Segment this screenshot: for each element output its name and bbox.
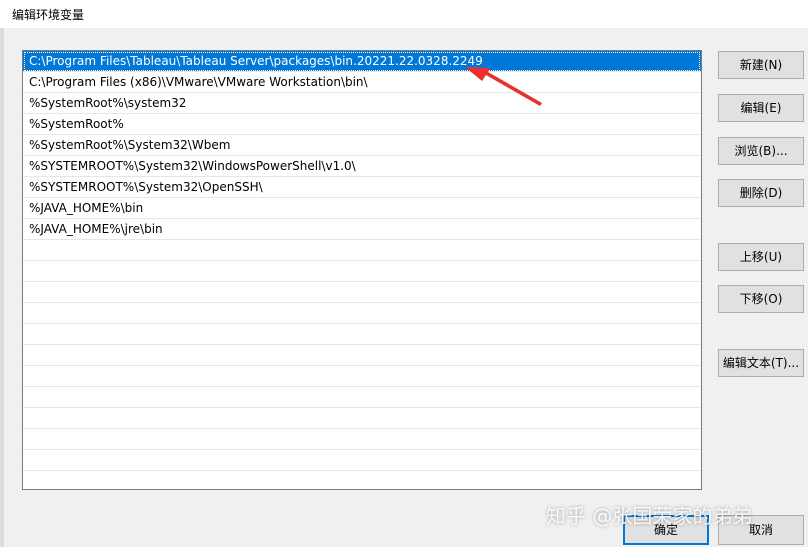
watermark: 知乎 @张国荣家的弟弟 (546, 504, 753, 528)
path-row[interactable]: %SystemRoot%\system32 (23, 93, 701, 114)
path-list[interactable]: C:\Program Files\Tableau\Tableau Server\… (22, 50, 702, 490)
empty-row[interactable] (23, 324, 701, 345)
browse-button[interactable]: 浏览(B)... (718, 137, 804, 165)
empty-row[interactable] (23, 240, 701, 261)
window-title: 编辑环境变量 (12, 8, 85, 22)
empty-row[interactable] (23, 429, 701, 450)
path-row[interactable]: %SYSTEMROOT%\System32\OpenSSH\ (23, 177, 701, 198)
empty-row[interactable] (23, 282, 701, 303)
delete-button[interactable]: 删除(D) (718, 179, 804, 207)
empty-row[interactable] (23, 450, 701, 471)
background-window-edge (0, 28, 4, 547)
empty-row[interactable] (23, 408, 701, 429)
empty-row[interactable] (23, 366, 701, 387)
new-button[interactable]: 新建(N) (718, 51, 804, 79)
move-up-button[interactable]: 上移(U) (718, 243, 804, 271)
path-row[interactable]: %SYSTEMROOT%\System32\WindowsPowerShell\… (23, 156, 701, 177)
move-down-button[interactable]: 下移(O) (718, 285, 804, 313)
path-row[interactable]: C:\Program Files\Tableau\Tableau Server\… (23, 51, 701, 72)
edit-button[interactable]: 编辑(E) (718, 94, 804, 122)
empty-row[interactable] (23, 261, 701, 282)
path-row[interactable]: C:\Program Files (x86)\VMware\VMware Wor… (23, 72, 701, 93)
path-row[interactable]: %SystemRoot%\System32\Wbem (23, 135, 701, 156)
empty-row[interactable] (23, 387, 701, 408)
empty-row[interactable] (23, 345, 701, 366)
edit-text-button[interactable]: 编辑文本(T)... (718, 349, 804, 377)
path-row[interactable]: %JAVA_HOME%\jre\bin (23, 219, 701, 240)
empty-row[interactable] (23, 303, 701, 324)
path-row[interactable]: %JAVA_HOME%\bin (23, 198, 701, 219)
path-row[interactable]: %SystemRoot% (23, 114, 701, 135)
title-bar: 编辑环境变量 (0, 0, 808, 28)
empty-row[interactable] (23, 471, 701, 489)
